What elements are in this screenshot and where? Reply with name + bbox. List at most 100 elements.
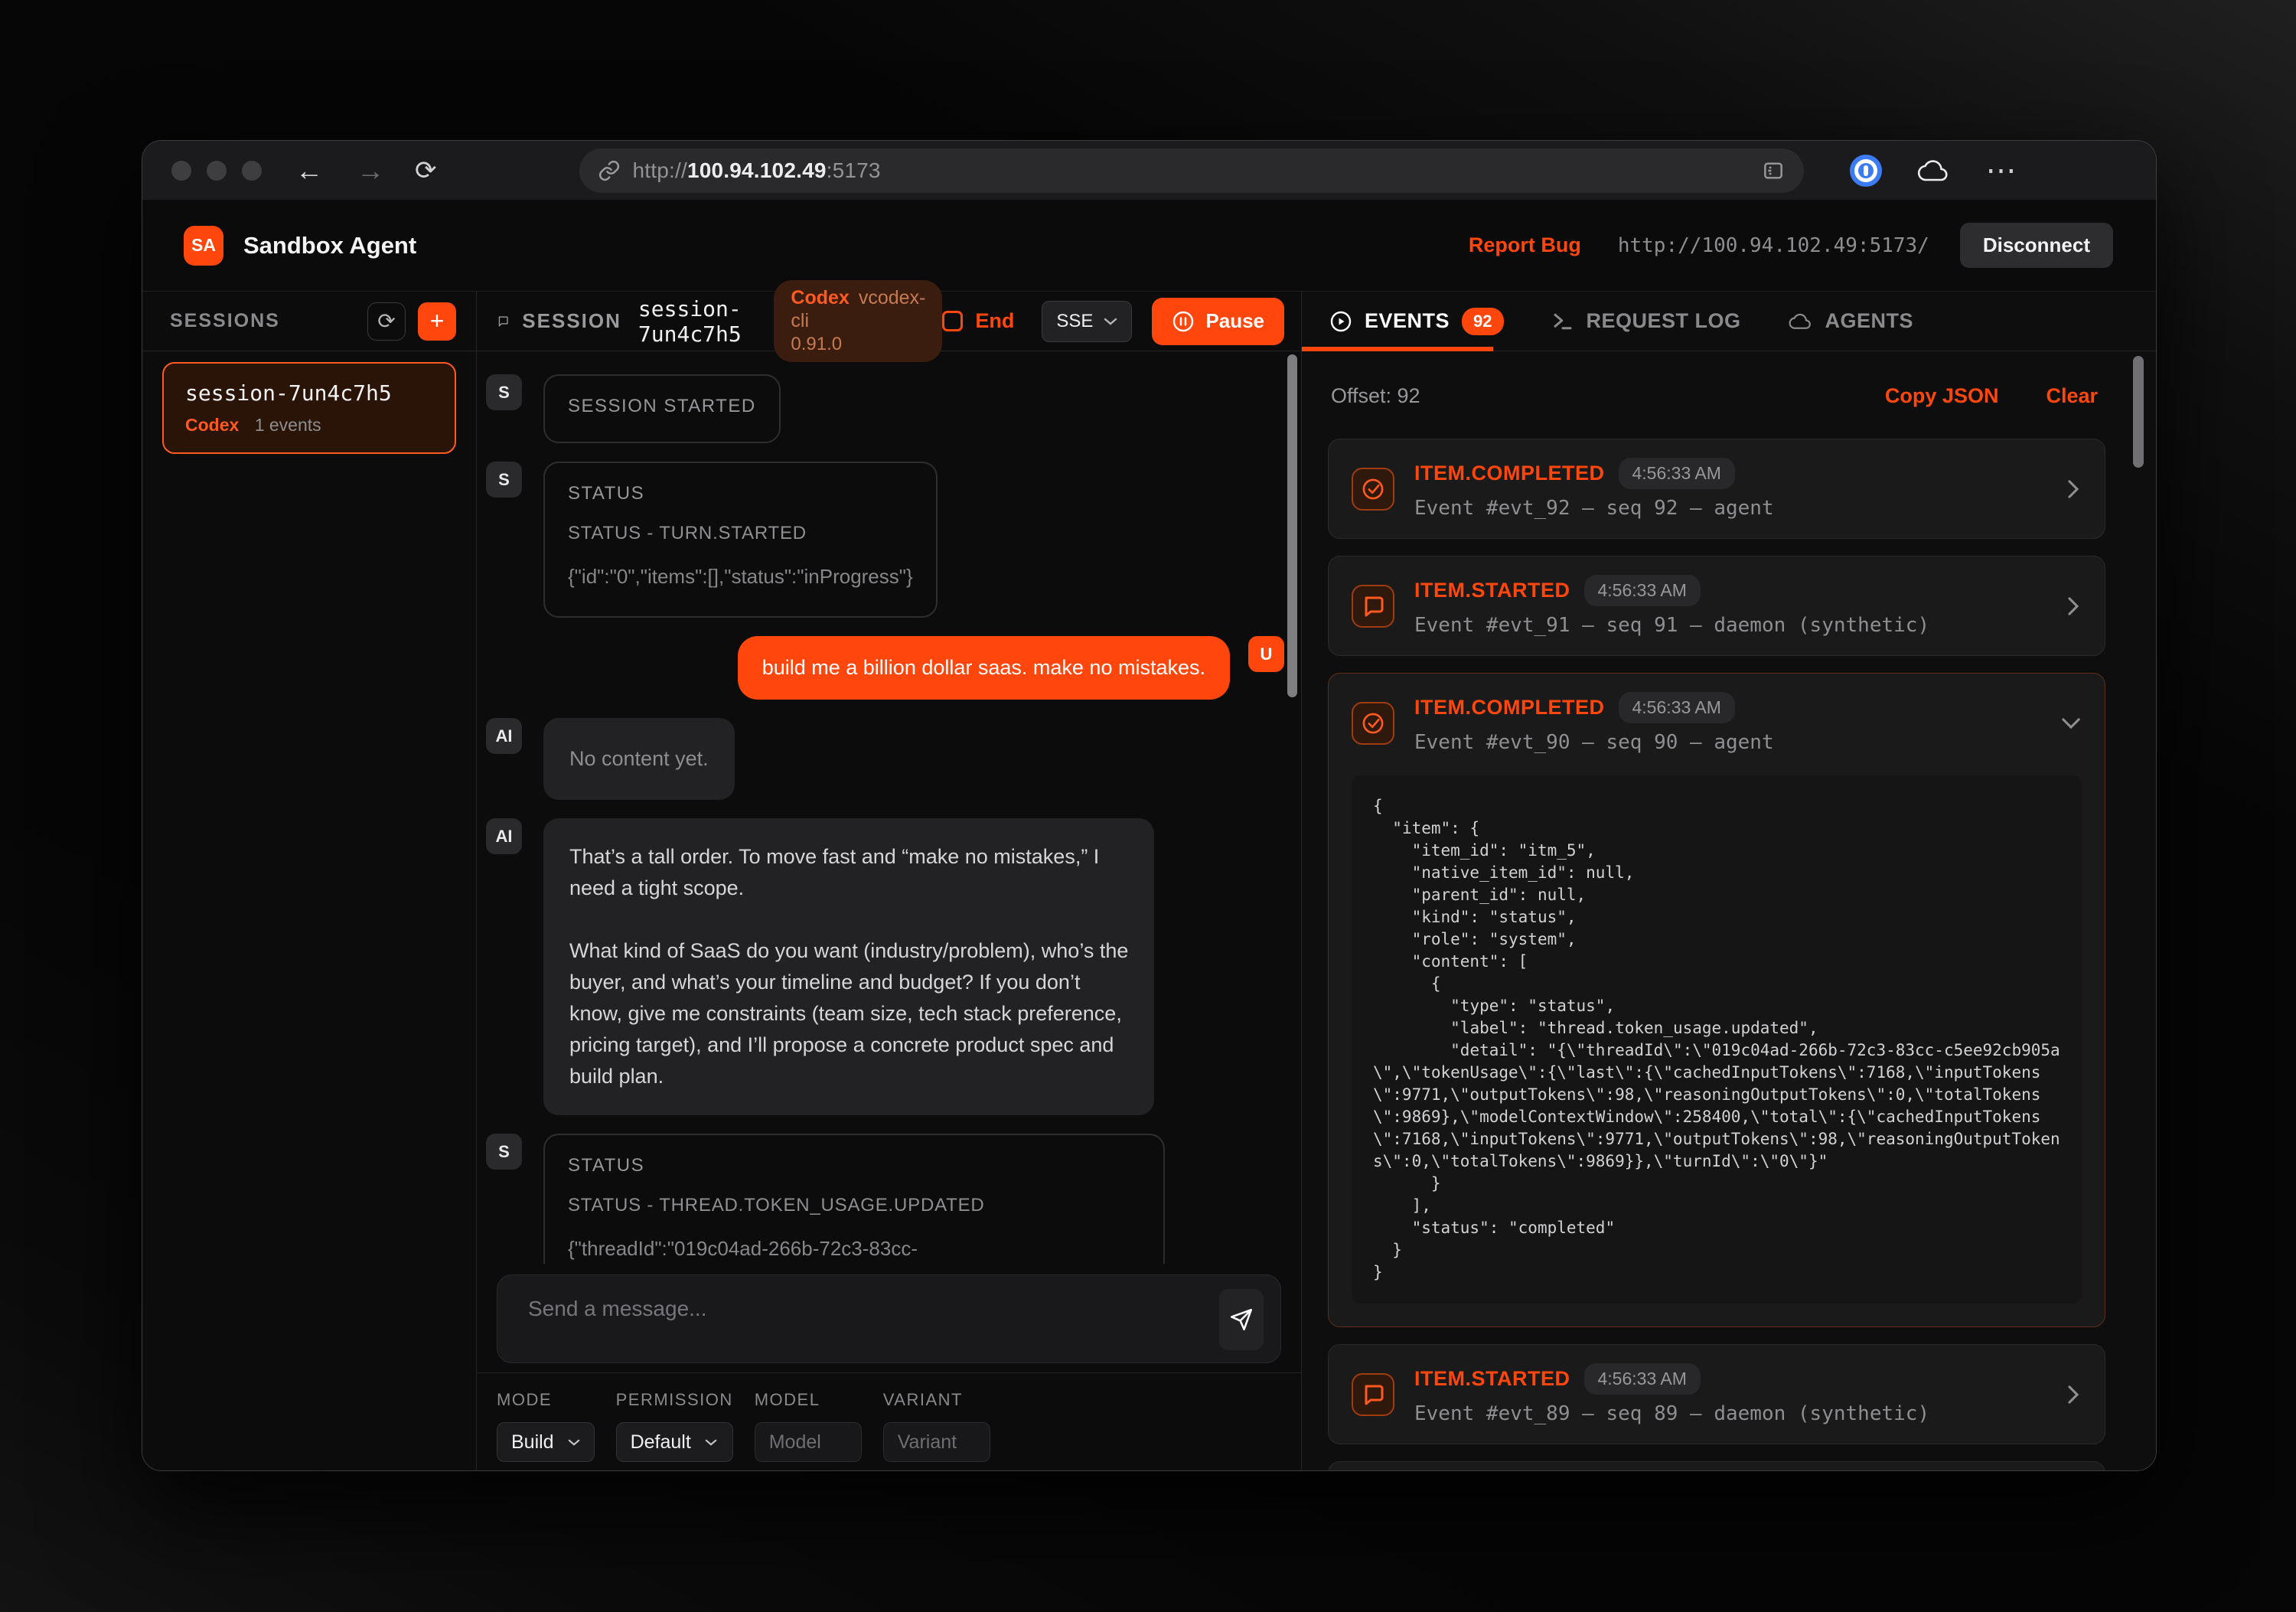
tab-agents-label: AGENTS: [1825, 309, 1914, 333]
event-card[interactable]: ITEM.STARTED 4:56:33 AM Event #evt_89 – …: [1328, 1344, 2105, 1444]
composer: Send a message...: [477, 1264, 1301, 1372]
app-logo: SA: [184, 226, 223, 266]
session-event-count: 1 events: [255, 415, 321, 435]
user-avatar: U: [1248, 636, 1284, 672]
end-checkbox[interactable]: [942, 311, 963, 331]
chevron-down-icon[interactable]: [2060, 715, 2082, 732]
new-session-button[interactable]: +: [418, 302, 456, 341]
terminal-icon: [1551, 310, 1574, 333]
chat-panel: SESSION session-7un4c7h5 Codexvcodex-cli…: [477, 292, 1302, 1470]
sidebar-toggle-icon[interactable]: [1761, 158, 1786, 183]
event-card[interactable]: ITEM.COMPLETED 4:56:33 AM Event #evt_92 …: [1328, 439, 2105, 539]
chat-scrollbar-thumb[interactable]: [1287, 354, 1297, 697]
pause-button[interactable]: Pause: [1152, 298, 1284, 345]
tab-agents[interactable]: AGENTS: [1789, 309, 1914, 333]
event-card-header[interactable]: ITEM.COMPLETED 4:56:33 AM Event #evt_88 …: [1329, 1462, 2105, 1470]
system-avatar: S: [486, 462, 522, 498]
browser-toolbar-right: ⋯: [1850, 153, 2018, 188]
mode-label: MODE: [497, 1390, 595, 1410]
clear-events-button[interactable]: Clear: [2046, 384, 2098, 408]
message-bubble: That’s a tall order. To move fast and “m…: [543, 818, 1154, 1115]
event-card-header[interactable]: ITEM.COMPLETED 4:56:33 AM Event #evt_92 …: [1329, 439, 2105, 538]
chevron-right-icon[interactable]: [2065, 478, 2082, 500]
app-title: Sandbox Agent: [243, 232, 416, 259]
message-input[interactable]: Send a message...: [497, 1274, 1281, 1363]
browser-menu-icon[interactable]: ⋯: [1986, 153, 2018, 188]
report-bug-link[interactable]: Report Bug: [1469, 233, 1581, 257]
event-subtitle: Event #evt_92 – seq 92 – agent: [1414, 497, 1774, 520]
transport-value: SSE: [1056, 311, 1093, 332]
model-input[interactable]: Model: [755, 1422, 862, 1462]
chat-bubble-icon: [1352, 1373, 1394, 1416]
browser-chrome: ← → ⟳ http://100.94.102.49:5173 ⋯: [142, 141, 2156, 200]
message-input-placeholder: Send a message...: [528, 1297, 706, 1320]
chevron-right-icon[interactable]: [2065, 596, 2082, 617]
pause-label: Pause: [1205, 309, 1264, 333]
pause-icon: [1172, 310, 1195, 333]
event-card[interactable]: ITEM.COMPLETED 4:56:33 AM Event #evt_88 …: [1328, 1461, 2105, 1470]
message-status-turn-started: S STATUS STATUS - TURN.STARTED {"id":"0"…: [486, 462, 1301, 618]
copy-json-button[interactable]: Copy JSON: [1885, 384, 1999, 408]
send-button[interactable]: [1219, 1289, 1264, 1350]
variant-label: VARIANT: [883, 1390, 990, 1410]
message-bubble: STATUS STATUS - TURN.STARTED {"id":"0","…: [543, 462, 938, 618]
events-list[interactable]: Offset: 92 Copy JSON Clear ITEM.: [1302, 351, 2156, 1470]
reload-button[interactable]: ⟳: [415, 158, 437, 184]
event-card-header[interactable]: ITEM.COMPLETED 4:56:33 AM Event #evt_90 …: [1329, 674, 2105, 772]
events-scrollbar-thumb[interactable]: [2133, 356, 2144, 468]
end-session-control[interactable]: End: [942, 309, 1014, 333]
system-avatar: S: [486, 1134, 522, 1170]
transport-select[interactable]: SSE: [1042, 301, 1132, 342]
mode-select[interactable]: Build: [497, 1422, 595, 1462]
variant-input[interactable]: Variant: [883, 1422, 990, 1462]
user-message-bubble: build me a billion dollar saas. make no …: [738, 636, 1230, 700]
tab-events[interactable]: EVENTS 92: [1329, 308, 1504, 335]
tab-request-log[interactable]: REQUEST LOG: [1551, 309, 1741, 333]
ai-avatar: AI: [486, 818, 522, 854]
event-card[interactable]: ITEM.STARTED 4:56:33 AM Event #evt_91 – …: [1328, 556, 2105, 656]
cloud-icon[interactable]: [1917, 158, 1951, 184]
forward-button[interactable]: →: [357, 157, 384, 184]
url-bar[interactable]: http://100.94.102.49:5173: [579, 148, 1804, 193]
zoom-window-icon[interactable]: [242, 161, 262, 181]
permission-select[interactable]: Default: [616, 1422, 733, 1462]
event-time: 4:56:33 AM: [1619, 692, 1735, 723]
event-card-header[interactable]: ITEM.STARTED 4:56:33 AM Event #evt_89 – …: [1329, 1345, 2105, 1444]
session-toolbar: SESSION session-7un4c7h5 Codexvcodex-cli…: [477, 292, 1301, 351]
tab-events-label: EVENTS: [1365, 309, 1450, 333]
server-url: http://100.94.102.49:5173/: [1618, 234, 1929, 257]
chevron-right-icon[interactable]: [2065, 1384, 2082, 1405]
window-controls[interactable]: [171, 161, 262, 181]
mode-value: Build: [511, 1431, 554, 1454]
event-card-expanded[interactable]: ITEM.COMPLETED 4:56:33 AM Event #evt_90 …: [1328, 673, 2105, 1327]
message-session-started: S SESSION STARTED: [486, 374, 1301, 443]
event-json-detail: { "item": { "item_id": "itm_5", "native_…: [1352, 775, 2082, 1304]
status-subtitle: STATUS - THREAD.TOKEN_USAGE.UPDATED: [568, 1195, 1140, 1216]
chevron-down-icon: [1104, 317, 1117, 326]
event-title: ITEM.COMPLETED: [1414, 462, 1605, 485]
browser-window: ← → ⟳ http://100.94.102.49:5173 ⋯: [142, 140, 2157, 1471]
onepassword-extension-icon[interactable]: [1850, 155, 1882, 187]
message-list[interactable]: S SESSION STARTED S STATUS STATUS - TURN…: [477, 351, 1301, 1264]
send-icon: [1228, 1307, 1254, 1333]
session-list-item[interactable]: session-7un4c7h5 Codex 1 events: [162, 362, 456, 454]
close-window-icon[interactable]: [171, 161, 191, 181]
event-subtitle: Event #evt_89 – seq 89 – daemon (synthet…: [1414, 1402, 1929, 1425]
chat-bubble-icon: [497, 310, 510, 333]
event-time: 4:56:33 AM: [1584, 1363, 1701, 1395]
event-title: ITEM.STARTED: [1414, 1367, 1570, 1391]
model-label: MODEL: [755, 1390, 862, 1410]
sessions-sidebar: SESSIONS ⟳ + session-7un4c7h5 Codex 1 ev…: [142, 292, 477, 1470]
status-json: {"threadId":"019c04ad-266b-72c3-83cc- c5…: [568, 1233, 1140, 1264]
event-time: 4:56:33 AM: [1584, 575, 1701, 606]
back-button[interactable]: ←: [295, 157, 323, 184]
disconnect-button[interactable]: Disconnect: [1960, 223, 2113, 268]
minimize-window-icon[interactable]: [207, 161, 227, 181]
message-bubble: STATUS STATUS - THREAD.TOKEN_USAGE.UPDAT…: [543, 1134, 1165, 1264]
permission-value: Default: [631, 1431, 691, 1454]
permission-label: PERMISSION: [616, 1390, 733, 1410]
event-card-header[interactable]: ITEM.STARTED 4:56:33 AM Event #evt_91 – …: [1329, 556, 2105, 655]
refresh-sessions-button[interactable]: ⟳: [367, 302, 406, 341]
model-placeholder: Model: [769, 1431, 821, 1454]
message-text: SESSION STARTED: [568, 396, 756, 417]
